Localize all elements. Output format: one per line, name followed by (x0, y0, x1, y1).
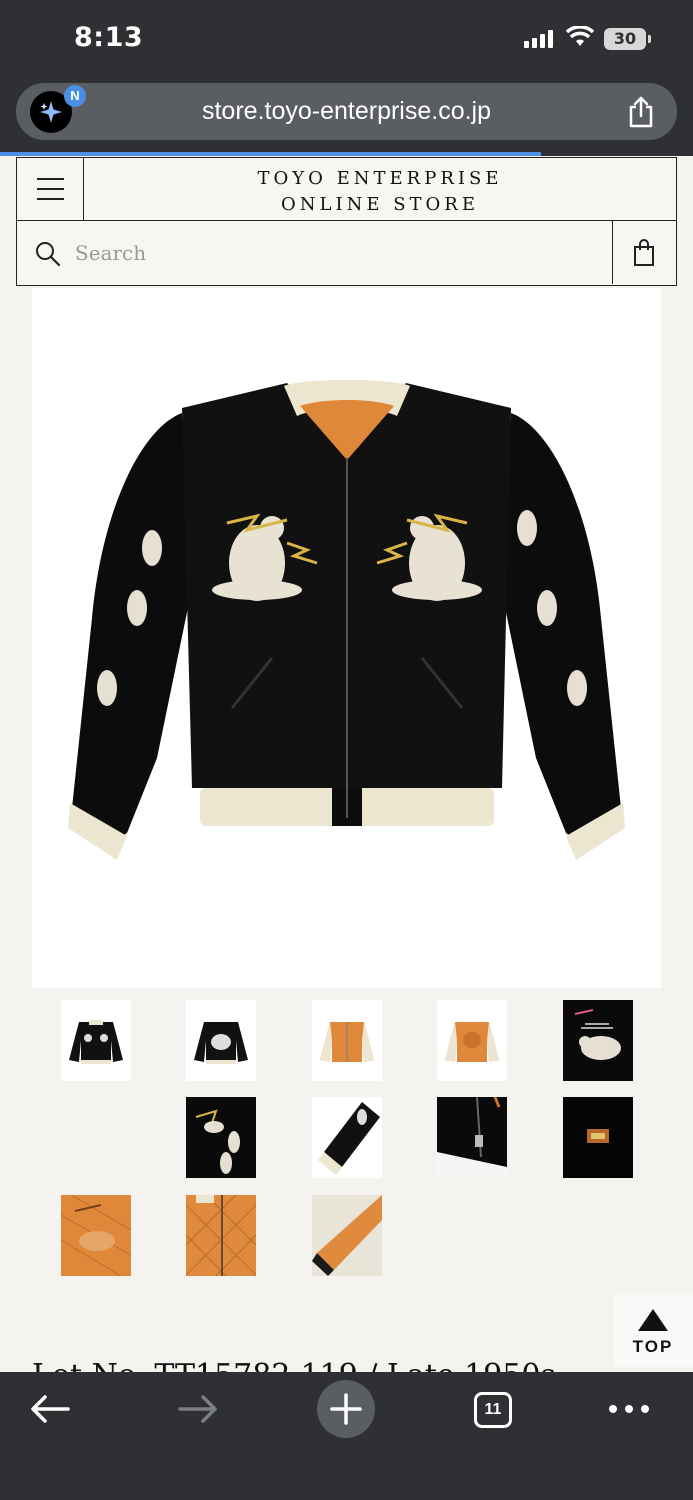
store-title-line2: ONLINE STORE (281, 194, 479, 215)
forward-arrow-icon[interactable] (178, 1394, 218, 1424)
battery-indicator: 30 (604, 28, 651, 50)
share-icon[interactable] (627, 95, 655, 129)
browser-url-area: N store.toyo-enterprise.co.jp (0, 78, 693, 156)
search-input[interactable] (75, 235, 595, 271)
address-bar[interactable]: N store.toyo-enterprise.co.jp (16, 83, 677, 140)
thumbnail-detail-zipper[interactable] (437, 1097, 507, 1178)
page-load-progress (0, 152, 693, 156)
plus-icon (330, 1393, 362, 1425)
thumbnail-detail-alaska-orange[interactable] (61, 1195, 131, 1276)
search-icon (36, 242, 61, 267)
up-arrow-icon (638, 1309, 668, 1331)
thumbnail-detail-cuff[interactable] (312, 1097, 382, 1178)
tab-switcher-button[interactable]: 11 (474, 1392, 512, 1428)
cart-button[interactable] (612, 221, 676, 284)
thumbnail-jacket-front[interactable] (61, 1000, 131, 1081)
more-options-icon[interactable] (608, 1404, 650, 1414)
cellular-signal-icon (524, 30, 553, 48)
thumbnail-jacket-back[interactable] (186, 1000, 256, 1081)
search-row (16, 220, 677, 286)
thumbnail-detail-alaska-back[interactable] (563, 1000, 633, 1081)
jacket-illustration (68, 380, 625, 860)
status-bar: 8:13 30 (0, 0, 693, 78)
thumbnail-detail-label[interactable] (563, 1097, 633, 1178)
thumbnail-detail-quilted-lining[interactable] (186, 1195, 256, 1276)
wifi-icon (565, 26, 595, 46)
menu-button[interactable] (17, 158, 84, 220)
shopping-bag-icon (634, 239, 654, 266)
new-tab-button[interactable] (317, 1380, 375, 1438)
store-header: TOYO ENTERPRISE ONLINE STORE (16, 157, 677, 222)
back-arrow-icon[interactable] (30, 1394, 70, 1424)
store-title-line1: TOYO ENTERPRISE (257, 168, 503, 189)
product-main-image[interactable] (32, 288, 661, 988)
thumbnail-reversible-front[interactable] (312, 1000, 382, 1081)
thumbnail-reversible-back[interactable] (437, 1000, 507, 1081)
back-to-top-button[interactable]: TOP (613, 1295, 693, 1367)
thumbnail-detail-orange-cuff[interactable] (312, 1195, 382, 1276)
thumbnail-detail-sleeve[interactable] (186, 1097, 256, 1178)
store-logo[interactable]: TOYO ENTERPRISE ONLINE STORE (84, 166, 676, 218)
browser-bottom-toolbar: 11 (0, 1372, 693, 1500)
page-load-progress-fill (0, 152, 541, 156)
url-text[interactable]: store.toyo-enterprise.co.jp (16, 97, 677, 126)
status-time: 8:13 (74, 22, 144, 53)
back-to-top-label: TOP (632, 1337, 674, 1356)
